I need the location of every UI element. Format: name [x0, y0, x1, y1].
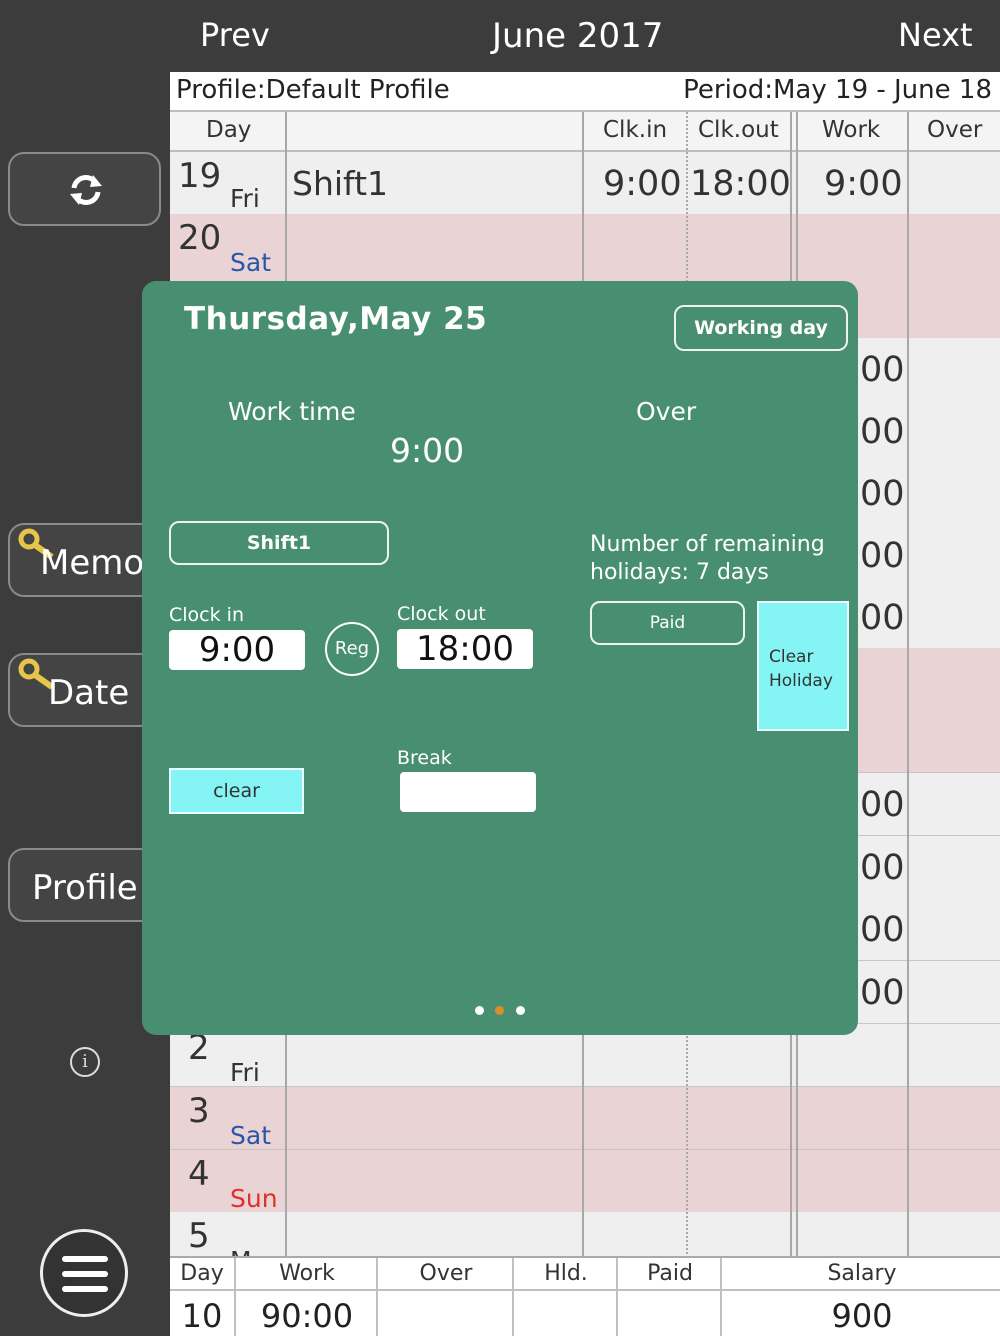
day-number: 20	[178, 218, 222, 258]
break-label: Break	[397, 747, 452, 769]
paid-button[interactable]: Paid	[590, 601, 745, 645]
total-over-label: Over	[378, 1261, 514, 1291]
total-work-label: Work	[236, 1261, 378, 1291]
day-name: Sat	[230, 1121, 271, 1150]
over-label: Over	[636, 397, 697, 426]
page-dot-active[interactable]	[495, 1006, 504, 1015]
page-dot[interactable]	[516, 1006, 525, 1015]
table-row[interactable]: 5 M	[170, 1212, 1000, 1256]
remaining-holidays-text: Number of remaining holidays: 7 days	[590, 532, 825, 585]
period-text: Period:May 19 - June 18	[683, 75, 992, 105]
shift-name: Shift1	[292, 164, 389, 203]
header-clock-in: Clk.in	[603, 117, 668, 143]
work-value: 00	[860, 412, 905, 452]
day-edit-popup: Thursday,May 25 Working day Work time 9:…	[142, 281, 858, 1035]
refresh-button[interactable]	[8, 152, 161, 226]
column-divider	[907, 112, 909, 1256]
menu-button[interactable]	[40, 1229, 128, 1317]
total-holiday: Hld.	[512, 1258, 618, 1336]
work-value: 00	[860, 474, 905, 514]
table-row[interactable]: 4 Sun	[170, 1150, 1000, 1213]
day-number: 4	[188, 1154, 210, 1194]
total-days: Day 10	[170, 1258, 234, 1336]
total-work: Work 90:00	[234, 1258, 378, 1336]
table-row[interactable]: 20 Sat	[170, 214, 1000, 277]
day-name: Sat	[230, 248, 271, 277]
profile-text: Profile:Default Profile	[176, 75, 450, 105]
total-paid: Paid	[616, 1258, 722, 1336]
top-bar: Prev June 2017 Next	[0, 0, 1000, 72]
total-holiday-label: Hld.	[514, 1261, 618, 1291]
clock-in-field[interactable]: 9:00	[169, 630, 305, 670]
page-dot[interactable]	[475, 1006, 484, 1015]
day-name: Fri	[230, 184, 260, 213]
work-value: 00	[860, 848, 905, 888]
day-name: Fri	[230, 1058, 260, 1087]
day-number: 19	[178, 156, 222, 196]
work-value: 00	[860, 598, 905, 638]
memo-label: Memo	[40, 543, 145, 583]
total-salary: Salary 900	[720, 1258, 1000, 1336]
break-field[interactable]	[400, 772, 536, 812]
date-label: Date	[48, 673, 130, 713]
work-value: 00	[860, 350, 905, 390]
clock-in-label: Clock in	[169, 604, 244, 626]
clock-out-label: Clock out	[397, 603, 486, 625]
refresh-icon	[70, 175, 102, 205]
work-value: 00	[860, 536, 905, 576]
table-row[interactable]: 19 Fri Shift1 9:00 18:00 9:00	[170, 152, 1000, 215]
clock-out-field[interactable]: 18:00	[397, 629, 533, 669]
total-paid-label: Paid	[618, 1261, 722, 1291]
total-days-value: 10	[181, 1297, 223, 1335]
total-salary-value: 900	[831, 1297, 893, 1335]
header-row: Day Clk.in Clk.out Work Over	[170, 112, 1000, 152]
header-day: Day	[206, 117, 252, 143]
work-value: 00	[860, 910, 905, 950]
profile-row: Profile:Default Profile Period:May 19 - …	[170, 72, 1000, 112]
next-button[interactable]: Next	[898, 16, 973, 54]
clear-button[interactable]: clear	[169, 768, 304, 814]
work-value: 00	[860, 973, 905, 1013]
total-days-label: Day	[170, 1261, 234, 1291]
total-work-value: 90:00	[260, 1297, 354, 1335]
profile-label: Profile	[32, 868, 138, 908]
prev-button[interactable]: Prev	[200, 16, 270, 54]
month-title: June 2017	[492, 16, 664, 56]
info-icon[interactable]: i	[70, 1047, 100, 1077]
day-number: 5	[188, 1216, 210, 1256]
reg-button[interactable]: Reg	[325, 622, 379, 676]
day-number: 3	[188, 1091, 210, 1131]
work-time-label: Work time	[228, 397, 356, 426]
total-salary-label: Salary	[722, 1261, 1000, 1291]
header-clock-out: Clk.out	[698, 117, 779, 143]
shift-button[interactable]: Shift1	[169, 521, 389, 565]
work-value: 9:00	[824, 164, 903, 204]
header-over: Over	[927, 117, 983, 143]
table-row[interactable]: 3 Sat	[170, 1087, 1000, 1150]
work-value: 00	[860, 785, 905, 825]
working-day-button[interactable]: Working day	[674, 305, 848, 351]
clock-out-value: 18:00	[690, 164, 791, 204]
total-over: Over	[376, 1258, 514, 1336]
day-name: M	[230, 1246, 252, 1256]
work-time-value: 9:00	[390, 431, 465, 470]
day-name: Sun	[230, 1184, 278, 1213]
popup-date-title: Thursday,May 25	[184, 301, 488, 337]
hamburger-icon	[62, 1256, 108, 1292]
clock-in-value: 9:00	[603, 164, 682, 204]
clear-holiday-button[interactable]: Clear Holiday	[757, 601, 849, 731]
header-work: Work	[822, 117, 881, 143]
totals-footer: Day 10 Work 90:00 Over Hld. Paid Salary …	[170, 1256, 1000, 1336]
